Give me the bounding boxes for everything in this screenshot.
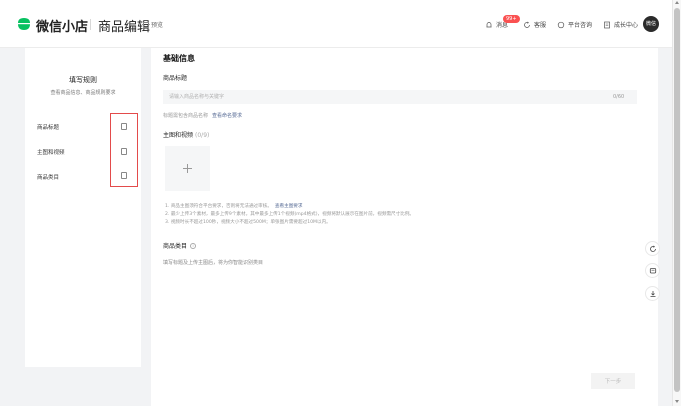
platform-consult-button[interactable]: 平台咨询 [557,20,592,29]
download-icon [650,291,656,297]
plus-icon-vertical [187,164,188,173]
image-upload-button[interactable] [165,146,210,191]
title-char-counter: 0/60 [613,94,625,100]
document-icon [604,21,610,28]
images-count: (0/9) [195,132,210,139]
refresh-icon [524,21,530,28]
refresh-icon [650,245,656,252]
rules-subtitle: 查看商品信息、商品规则要求 [50,90,116,96]
title-hint-text: 标题需包含商品名称 [163,113,209,119]
info-icon[interactable]: i [190,242,197,249]
title-status-icon[interactable] [121,123,127,130]
top-bar: 微信小店 商品编辑 预览 消息 99+ 客服 平台咨询 成长中心 微信 [0,0,672,48]
sidebar-item-category[interactable]: 商品类目 [37,173,59,181]
avatar[interactable]: 微信 [643,16,659,32]
image-note-3: 3. 视频时长不超过100秒，视频大小不超过500M；单张图片需要超过10M以内… [165,220,331,225]
sidebar-item-images[interactable]: 主图和视频 [37,148,65,156]
brand-name[interactable]: 微信小店 [36,16,88,35]
preview-icon [143,21,149,28]
category-status-icon[interactable] [121,172,127,179]
scroll-down-arrow-icon[interactable] [675,400,679,403]
chat-bubble-icon [557,21,565,28]
image-requirements-link[interactable]: 查看主图要求 [275,204,303,209]
image-note-2: 2. 最少上传3个素材，最多上传9个素材。其中最多上传1个视频(mp4格式)，视… [165,212,415,217]
platform-consult-label: 平台咨询 [568,22,593,29]
preview-label: 预览 [151,22,164,29]
refresh-tool-button[interactable] [645,241,660,256]
scroll-up-arrow-icon[interactable] [675,1,679,4]
naming-requirements-link[interactable]: 查看命名要求 [212,113,242,119]
messages-badge: 99+ [503,15,520,23]
section-title: 基础信息 [163,54,195,63]
title-input[interactable] [163,90,637,104]
title-field-label: 商品标题 [163,75,188,82]
image-note-1: 1. 商品主图须符合平台要求，否则将无法通过审核。 [165,204,272,209]
highlight-box [110,113,138,187]
wechat-shop-logo-icon [18,18,30,30]
category-field-label: 商品类目 i [163,241,197,250]
category-label-text: 商品类目 [163,243,188,250]
message-tool-button[interactable] [645,263,660,278]
rules-sidebar: 填写规则 查看商品信息、商品规则要求 商品标题 主图和视频 商品类目 [25,48,141,367]
scrollbar-thumb[interactable] [674,8,680,392]
images-field-label: 主图和视频 (0/9) [163,130,209,139]
preview-button[interactable]: 预览 [143,20,163,29]
page-scrollbar[interactable] [672,0,681,406]
sidebar-item-title[interactable]: 商品标题 [37,123,59,131]
customer-service-button[interactable]: 客服 [523,20,546,29]
image-note-line: 1. 商品主图须符合平台要求，否则将无法通过审核。 查看主图要求 [165,203,303,209]
images-label-text: 主图和视频 [163,132,194,139]
next-step-button[interactable]: 下一步 [591,373,635,389]
export-tool-button[interactable] [645,286,660,301]
title-divider [90,19,91,30]
rules-title: 填写规则 [69,76,97,84]
message-box-icon [649,268,657,274]
bell-icon [486,21,492,27]
growth-center-label: 成长中心 [614,22,639,29]
product-form: 基础信息 商品标题 0/60 标题需包含商品名称查看命名要求 主图和视频(0/9… [151,48,658,406]
growth-center-button[interactable]: 成长中心 [603,20,638,29]
category-hint: 填写标题及上传主图后，将为你智能识别类目 [163,260,264,266]
customer-service-label: 客服 [534,22,547,29]
title-hint: 标题需包含商品名称 查看命名要求 [163,112,242,119]
images-status-icon[interactable] [121,148,127,155]
